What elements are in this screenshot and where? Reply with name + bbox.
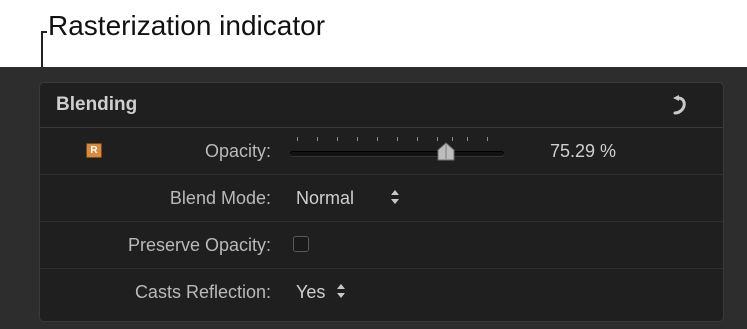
preserve-opacity-row: Preserve Opacity:: [40, 222, 723, 269]
opacity-row: R Opacity: 75.29 %: [40, 128, 723, 175]
preserve-opacity-checkbox[interactable]: [293, 236, 309, 252]
blend-mode-row: Blend Mode: Normal: [40, 175, 723, 222]
opacity-value-field[interactable]: 75.29 %: [550, 141, 616, 162]
section-title: Blending: [56, 94, 138, 115]
reset-arrow-icon[interactable]: [667, 94, 687, 116]
rasterization-indicator-icon: R: [86, 143, 102, 158]
casts-reflection-popup[interactable]: Yes: [296, 282, 325, 303]
popup-arrows-icon[interactable]: [390, 188, 400, 206]
casts-reflection-label: Casts Reflection:: [134, 282, 271, 302]
opacity-slider-track[interactable]: [290, 151, 504, 156]
preserve-opacity-label: Preserve Opacity:: [127, 235, 271, 255]
rasterization-indicator-callout-label: Rasterization indicator: [48, 10, 326, 41]
opacity-label: Opacity:: [204, 141, 271, 161]
blend-mode-label: Blend Mode:: [169, 188, 271, 208]
blend-mode-popup[interactable]: Normal: [296, 188, 354, 209]
slider-ticks: [297, 137, 488, 141]
opacity-slider-thumb[interactable]: [435, 141, 457, 163]
section-header[interactable]: Blending: [40, 83, 723, 128]
popup-arrows-icon[interactable]: [336, 282, 346, 300]
blending-section: Blending R Opacity: 75.29 % Blend Mode: …: [39, 82, 724, 322]
casts-reflection-row: Casts Reflection: Yes: [40, 269, 723, 316]
